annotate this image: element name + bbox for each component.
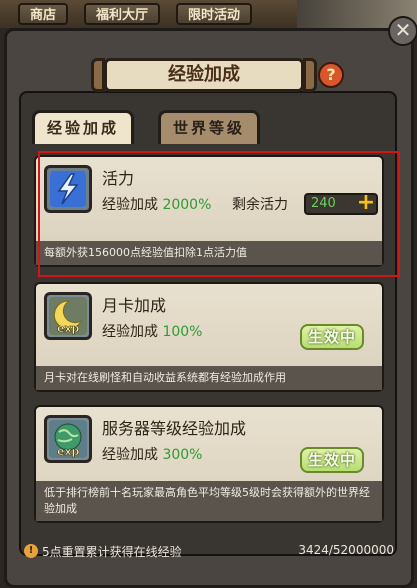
- close-icon[interactable]: ✕: [388, 16, 417, 46]
- footer-text: 5点重置累计获得在线经验: [42, 545, 182, 559]
- server-level-bonus: exp 服务器等级经验加成 经验加成 300% 生效中 低于排行榜前十名玩家最高…: [34, 405, 384, 523]
- stamina-card: 活力 经验加成 2000% 剩余活力 240 + 每额外获156000点经验值扣…: [34, 155, 384, 267]
- stamina-value-box: 240 +: [304, 192, 378, 216]
- tab-world-level[interactable]: 世界等级: [158, 110, 261, 144]
- card-description: 低于排行榜前十名玩家最高角色平均等级5级时会获得额外的世界经验加成: [36, 481, 382, 521]
- bonus-label: 经验加成: [102, 324, 158, 340]
- active-status-button[interactable]: 生效中: [300, 324, 364, 350]
- exp-label: exp: [57, 445, 80, 458]
- dialog-title: 经验加成: [91, 58, 317, 92]
- lightning-icon: [44, 165, 92, 213]
- moon-icon: exp: [44, 292, 92, 340]
- bonus-row: 经验加成 100%: [102, 321, 202, 341]
- plus-icon[interactable]: +: [354, 192, 378, 216]
- bonus-label: 经验加成: [102, 197, 158, 213]
- monthly-card-bonus: exp 月卡加成 经验加成 100% 生效中 月卡对在线刷怪和自动收益系统都有经…: [34, 282, 384, 392]
- active-status-button[interactable]: 生效中: [300, 447, 364, 473]
- stamina-label: 剩余活力: [232, 197, 288, 213]
- bonus-value: 300%: [162, 447, 203, 463]
- bonus-label: 经验加成: [102, 447, 158, 463]
- stamina-value: 240: [311, 196, 336, 211]
- footer: ! 5点重置累计获得在线经验 3424/52000000: [24, 540, 394, 564]
- top-bar: 商店 福利大厅 限时活动: [0, 0, 417, 28]
- warning-icon: !: [24, 544, 38, 558]
- card-description: 月卡对在线刷怪和自动收益系统都有经验加成作用: [36, 366, 382, 390]
- top-tab-shop[interactable]: 商店: [18, 3, 69, 25]
- top-tab-welfare[interactable]: 福利大厅: [84, 3, 161, 25]
- top-tab-limited[interactable]: 限时活动: [176, 3, 253, 25]
- globe-icon: exp: [44, 415, 92, 463]
- bonus-value: 2000%: [162, 197, 212, 213]
- card-title: 服务器等级经验加成: [102, 419, 247, 438]
- card-title: 月卡加成: [102, 296, 167, 315]
- card-title: 活力: [102, 169, 135, 188]
- bonus-value: 100%: [162, 324, 203, 340]
- exp-progress: 3424/52000000: [298, 543, 394, 557]
- card-description: 每额外获156000点经验值扣除1点活力值: [36, 241, 382, 265]
- bonus-row: 经验加成 2000%: [102, 194, 211, 214]
- tab-exp-bonus[interactable]: 经验加成: [32, 110, 135, 144]
- exp-label: exp: [57, 322, 80, 335]
- question-icon[interactable]: ?: [318, 62, 344, 88]
- bonus-row: 经验加成 300%: [102, 444, 202, 464]
